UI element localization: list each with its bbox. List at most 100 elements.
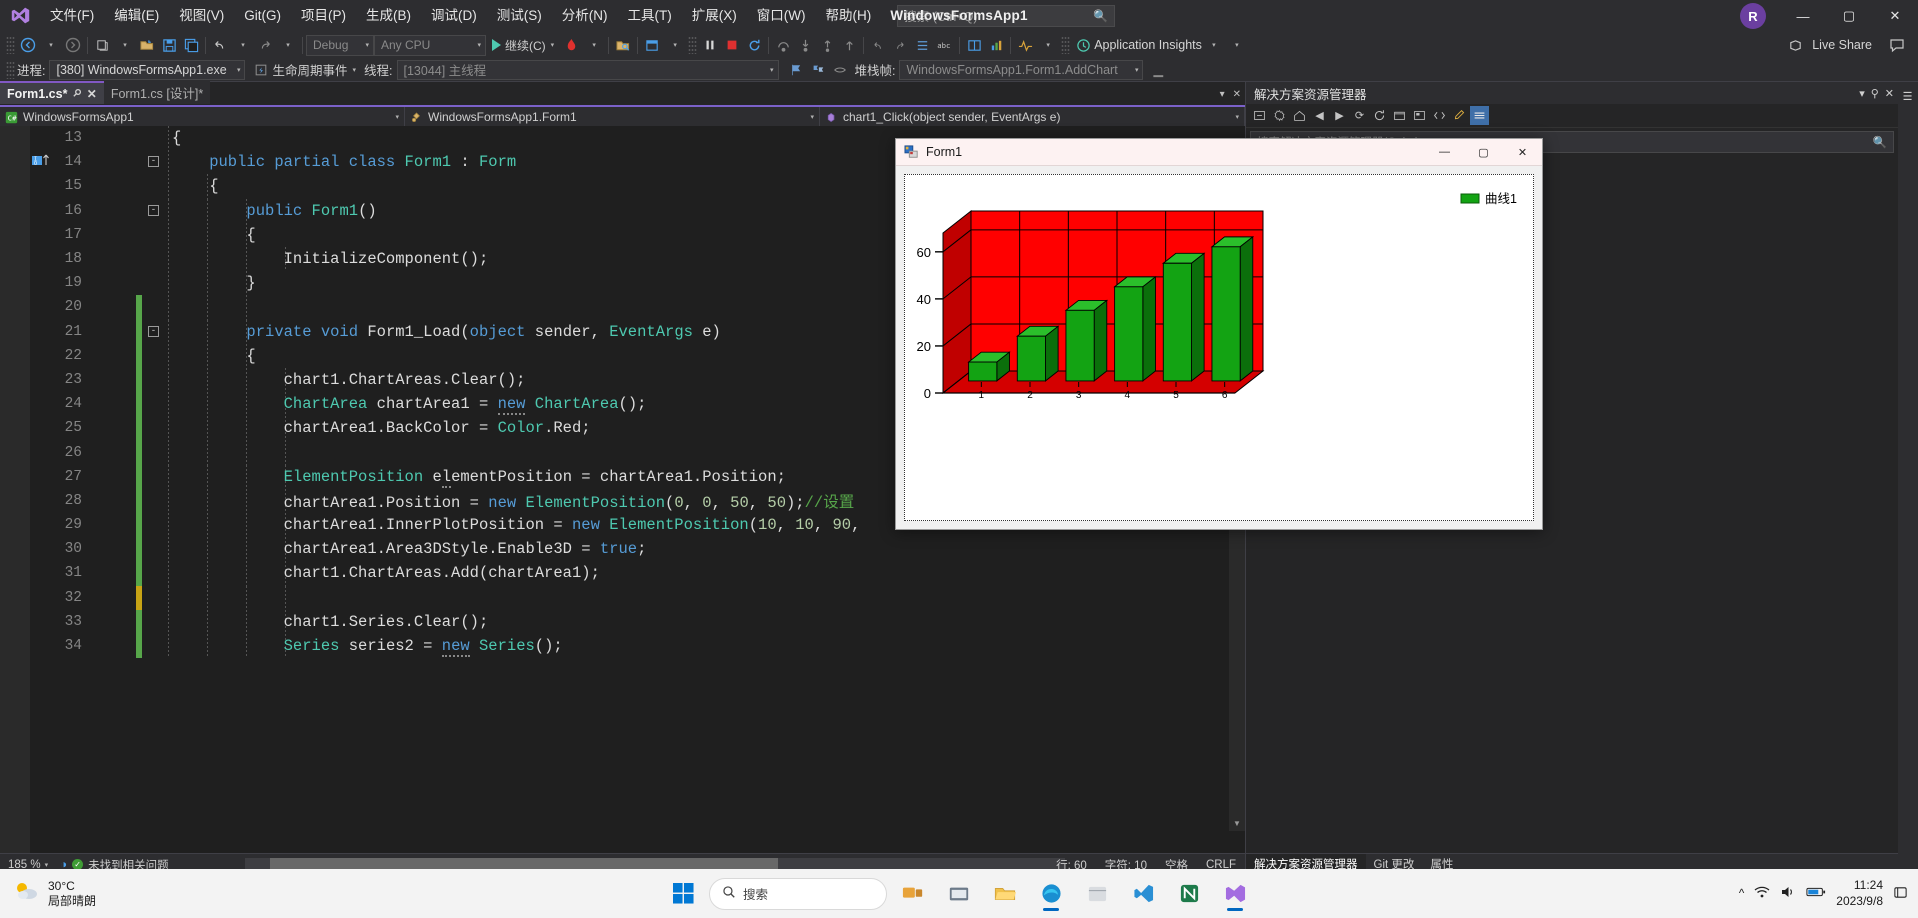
- preview-selected-icon[interactable]: [1450, 106, 1469, 125]
- stop-debug-layout-icon[interactable]: [641, 34, 663, 56]
- menu-test[interactable]: 测试(S): [487, 0, 552, 32]
- collapse-all-icon[interactable]: [1250, 106, 1269, 125]
- step-out-icon[interactable]: [816, 34, 838, 56]
- tab-close-group-icon[interactable]: ✕: [1233, 89, 1241, 100]
- new-project-dropdown[interactable]: ▾: [114, 34, 136, 56]
- scroll-down-arrow-icon[interactable]: ▼: [1229, 815, 1245, 831]
- taskbar-clock[interactable]: 11:24 2023/9/8: [1836, 878, 1883, 909]
- continue-debug-button[interactable]: 继续(C) ▾: [486, 34, 560, 56]
- debugbar-overflow[interactable]: ▁: [1153, 62, 1163, 77]
- fold-toggle-icon[interactable]: -: [148, 156, 159, 168]
- flag-all-icon[interactable]: [807, 59, 829, 81]
- solution-platform-combo[interactable]: Any CPU ▾: [374, 34, 486, 56]
- panel-pin-icon[interactable]: ⚲: [1871, 87, 1879, 100]
- redo-icon[interactable]: [254, 34, 276, 56]
- navigate-forward-icon[interactable]: [62, 34, 84, 56]
- chart-bar[interactable]: [1161, 252, 1206, 382]
- menu-extensions[interactable]: 扩展(X): [682, 0, 747, 32]
- chart-bar[interactable]: [1064, 299, 1109, 382]
- toolbar-overflow[interactable]: ▾: [1226, 34, 1248, 56]
- menu-project[interactable]: 项目(P): [291, 0, 356, 32]
- live-share-label[interactable]: Live Share: [1812, 38, 1872, 52]
- solution-view-toggle-icon[interactable]: [1470, 106, 1489, 125]
- undo-icon[interactable]: [209, 34, 231, 56]
- tab-form1-cs[interactable]: Form1.cs* ⚲ ✕: [0, 81, 104, 104]
- file-explorer-alt-icon[interactable]: [939, 874, 979, 914]
- close-icon[interactable]: ✕: [87, 87, 97, 101]
- step-into-icon[interactable]: [794, 34, 816, 56]
- debugbar-grip[interactable]: [6, 60, 15, 79]
- chart-bar[interactable]: [1113, 275, 1157, 382]
- refresh-icon[interactable]: [1370, 106, 1389, 125]
- toolbar-grip-2[interactable]: [688, 36, 698, 54]
- forward-nav-icon[interactable]: ▶: [1330, 106, 1349, 125]
- pause-icon[interactable]: [699, 34, 721, 56]
- process-combo[interactable]: [380] WindowsFormsApp1.exe ▾: [49, 59, 246, 80]
- form1-close-button[interactable]: ✕: [1503, 139, 1542, 166]
- code-line[interactable]: 30 chartArea1.Area3DStyle.Enable3D = tru…: [0, 537, 1245, 562]
- menu-file[interactable]: 文件(F): [40, 0, 104, 32]
- view-code-icon[interactable]: [1430, 106, 1449, 125]
- panel-dropdown-icon[interactable]: ▾: [1859, 87, 1865, 100]
- visual-studio-taskbar-icon[interactable]: [1215, 874, 1255, 914]
- notification-center-icon[interactable]: [1893, 885, 1908, 903]
- form1-runtime-window[interactable]: Form1 — ▢ ✕ 0 20 40 60 1 2 3 4 5 6 曲线1: [895, 138, 1543, 530]
- home-icon[interactable]: [1290, 106, 1309, 125]
- menu-analyze[interactable]: 分析(N): [552, 0, 618, 32]
- layout-dropdown[interactable]: ▾: [664, 34, 686, 56]
- navicat-icon[interactable]: [1169, 874, 1209, 914]
- form1-title-bar[interactable]: Form1 — ▢ ✕: [896, 139, 1542, 166]
- diagnostics-icon[interactable]: [1014, 34, 1036, 56]
- thread-combo[interactable]: [13044] 主线程 ▾: [396, 59, 779, 80]
- show-all-files-icon[interactable]: [1390, 106, 1409, 125]
- open-file-icon[interactable]: [136, 34, 158, 56]
- attach-to-process-icon[interactable]: [612, 34, 634, 56]
- taskbar-search-box[interactable]: 搜索: [709, 877, 887, 910]
- navbar-project-combo[interactable]: C# WindowsFormsApp1 ▾: [0, 106, 405, 128]
- code-line[interactable]: 33 chart1.Series.Clear();: [0, 609, 1245, 634]
- tab-list-dropdown-icon[interactable]: ▾: [1220, 89, 1225, 100]
- strip-toolbox[interactable]: ☰: [1898, 82, 1917, 111]
- back-nav-icon[interactable]: ◀: [1310, 106, 1329, 125]
- undo-small-icon[interactable]: [867, 34, 889, 56]
- tray-wifi-icon[interactable]: [1754, 885, 1770, 902]
- save-icon[interactable]: [158, 34, 180, 56]
- tab-form1-designer[interactable]: Form1.cs [设计]*: [103, 81, 211, 104]
- menu-window[interactable]: 窗口(W): [747, 0, 816, 32]
- pin-icon[interactable]: ⚲: [71, 87, 84, 100]
- toolbar-grip-3[interactable]: [1061, 36, 1071, 54]
- form1-maximize-button[interactable]: ▢: [1464, 139, 1503, 166]
- file-explorer-icon[interactable]: [985, 874, 1025, 914]
- chart-bar[interactable]: [1015, 325, 1060, 382]
- new-project-icon[interactable]: [91, 34, 113, 56]
- fold-toggle-icon[interactable]: -: [148, 325, 159, 337]
- tray-volume-icon[interactable]: [1780, 885, 1796, 902]
- step-up-icon[interactable]: [838, 34, 860, 56]
- window-split-icon[interactable]: [963, 34, 985, 56]
- filter-threads-icon[interactable]: [829, 59, 851, 81]
- panel-close-icon[interactable]: ✕: [1885, 87, 1894, 100]
- navigate-backward-icon[interactable]: [17, 34, 39, 56]
- code-line[interactable]: 32: [0, 585, 1245, 610]
- redo-small-icon[interactable]: [889, 34, 911, 56]
- solution-configuration-combo[interactable]: Debug ▾: [306, 34, 374, 56]
- vscode-icon[interactable]: [1123, 874, 1163, 914]
- stop-icon[interactable]: [721, 34, 743, 56]
- tray-battery-icon[interactable]: [1806, 886, 1826, 901]
- stackframe-combo[interactable]: WindowsFormsApp1.Form1.AddChart ▾: [899, 59, 1144, 80]
- hot-reload-icon[interactable]: [560, 34, 582, 56]
- chart-bar[interactable]: [1210, 235, 1255, 382]
- sync-icon[interactable]: ⟳: [1350, 106, 1369, 125]
- menu-view[interactable]: 视图(V): [169, 0, 234, 32]
- view-designer-icon[interactable]: [1410, 106, 1429, 125]
- diagnostics-dropdown[interactable]: ▾: [1037, 34, 1059, 56]
- abc-spellcheck-icon[interactable]: abc: [933, 34, 956, 56]
- menu-help[interactable]: 帮助(H): [815, 0, 881, 32]
- menu-tools[interactable]: 工具(T): [618, 0, 682, 32]
- code-line[interactable]: 34 Series series2 = new Series();: [0, 633, 1245, 659]
- navbar-member-combo[interactable]: chart1_Click(object sender, EventArgs e)…: [820, 106, 1245, 128]
- restart-icon[interactable]: [743, 34, 765, 56]
- flag-icon[interactable]: [785, 59, 807, 81]
- store-icon[interactable]: [1077, 874, 1117, 914]
- live-share-icon[interactable]: [1784, 34, 1806, 56]
